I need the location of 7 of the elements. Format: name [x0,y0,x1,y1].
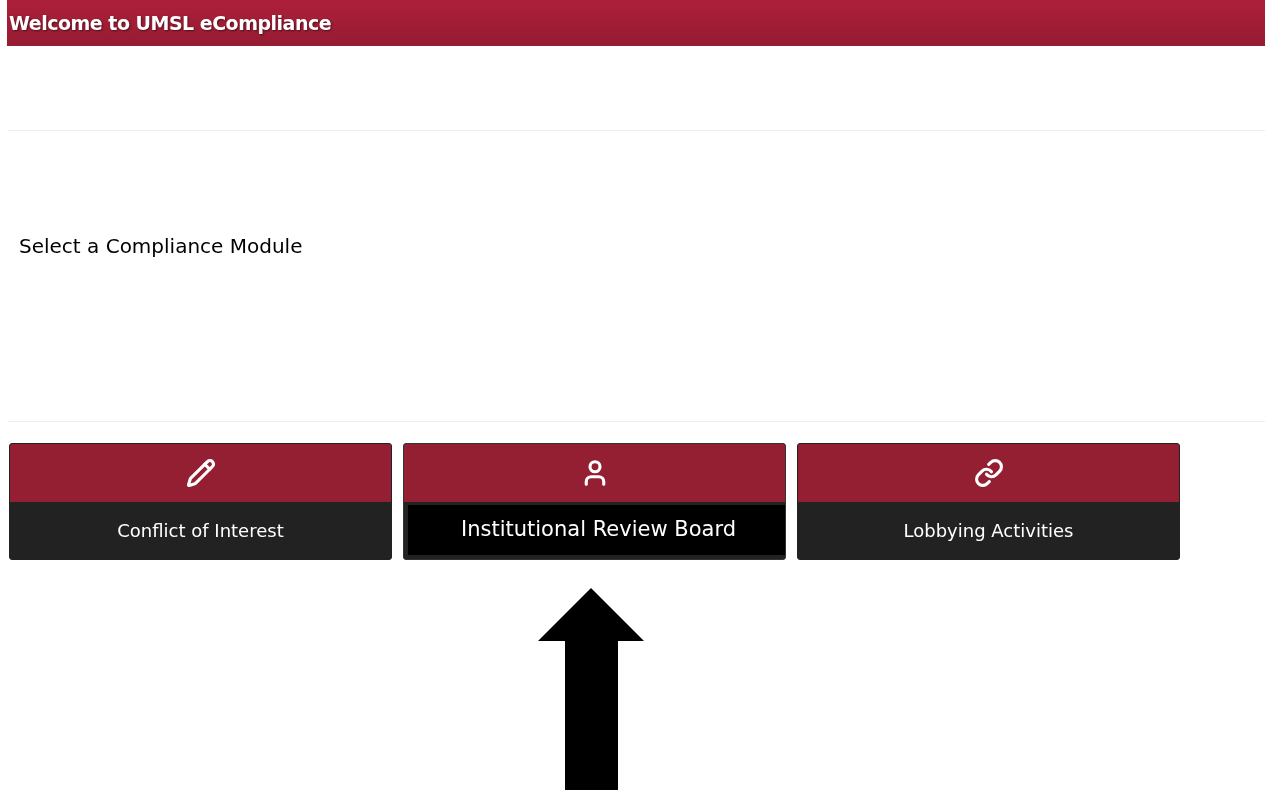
link-icon [973,458,1004,488]
page-title: Welcome to UMSL eCompliance [9,10,332,36]
module-tile[interactable]: Institutional Review Board [403,443,786,560]
module-tile[interactable]: Conflict of Interest [9,443,392,560]
section-prompt: Select a Compliance Module [19,234,303,258]
module-tile[interactable]: Lobbying Activities [797,443,1180,560]
pencil-icon [185,458,216,488]
